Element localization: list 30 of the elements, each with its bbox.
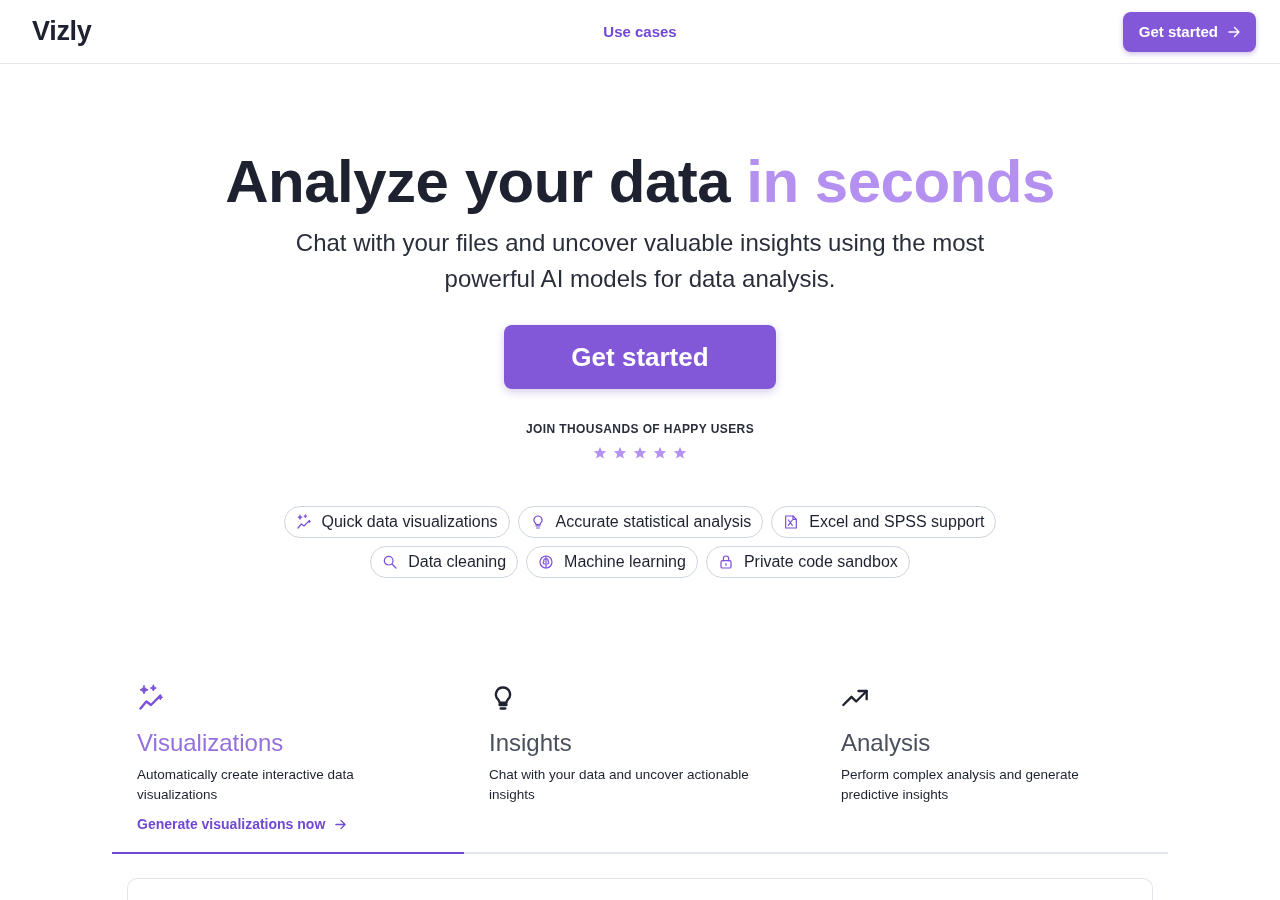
lock-icon	[717, 554, 734, 570]
get-started-button[interactable]: Get started	[1122, 11, 1256, 52]
feature-tab[interactable]: Visualizations Automatically create interactive data visualizations Generate visualizations now	[112, 684, 464, 854]
star-icon	[673, 446, 687, 460]
star-icon	[613, 446, 627, 460]
star-icon	[633, 446, 647, 460]
nav-link[interactable]: Use cases	[603, 23, 677, 40]
sparkle-chart-icon	[295, 514, 312, 530]
search-icon	[382, 554, 399, 570]
hero-title: Analyze your data in seconds	[225, 147, 1055, 217]
feature-title: Visualizations	[137, 728, 285, 758]
hero-subtitle: Chat with your files and uncover valuable insights using the most powerful AI models for data analysis.	[294, 228, 986, 294]
spreadsheet-file-icon	[783, 514, 800, 530]
get-started-button[interactable]: Get started	[504, 325, 776, 389]
feature-title: Insights	[489, 728, 573, 758]
star-icon	[653, 446, 667, 460]
arrow-right-icon	[1228, 25, 1240, 38]
feature-tab[interactable]: Insights Chat with your data and uncover actionable insights	[464, 684, 816, 854]
arrow-right-icon	[335, 818, 347, 830]
feature-tab[interactable]: Analysis Perform complex analysis and generate predictive insights	[816, 684, 1168, 854]
feature-description: Perform complex analysis and generate predictive insights	[841, 766, 1080, 804]
feature-description: Automatically create interactive data visualizations	[137, 766, 355, 804]
sparkle-chart-icon	[137, 684, 165, 712]
logo[interactable]: Vizly	[32, 16, 92, 47]
brain-icon	[538, 554, 555, 570]
social-proof-text: JOIN THOUSANDS OF HAPPY USERS	[525, 421, 755, 437]
feature-title: Analysis	[841, 728, 932, 758]
feature-description: Chat with your data and uncover actionable insights	[489, 766, 750, 804]
feature-link[interactable]: Generate visualizations now	[137, 814, 347, 834]
star-icon	[593, 446, 607, 460]
